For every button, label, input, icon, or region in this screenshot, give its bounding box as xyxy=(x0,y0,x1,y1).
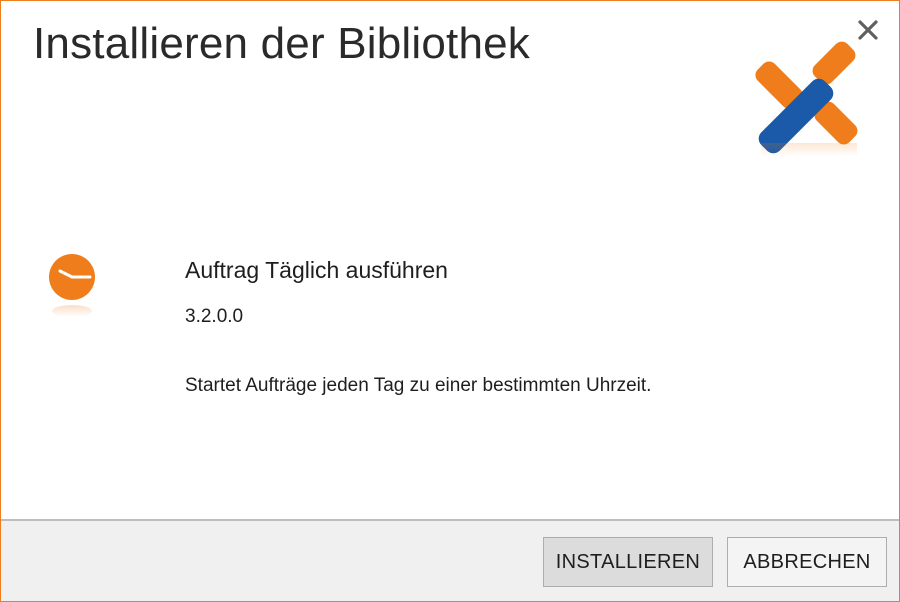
install-library-dialog: Installieren der Bibliothek Auftrag Tägl… xyxy=(0,0,900,602)
app-logo xyxy=(753,39,863,159)
item-icon-wrapper xyxy=(45,251,101,321)
dialog-title: Installieren der Bibliothek xyxy=(33,19,531,68)
clock-icon xyxy=(49,254,95,317)
item-description: Startet Aufträge jeden Tag zu einer best… xyxy=(185,375,652,396)
dialog-footer: INSTALLIEREN ABBRECHEN xyxy=(1,519,899,601)
item-version: 3.2.0.0 xyxy=(185,306,244,327)
install-button[interactable]: INSTALLIEREN xyxy=(543,537,713,587)
item-name: Auftrag Täglich ausführen xyxy=(185,257,448,283)
cancel-button[interactable]: ABBRECHEN xyxy=(727,537,887,587)
app-logo-x-icon xyxy=(755,41,858,157)
